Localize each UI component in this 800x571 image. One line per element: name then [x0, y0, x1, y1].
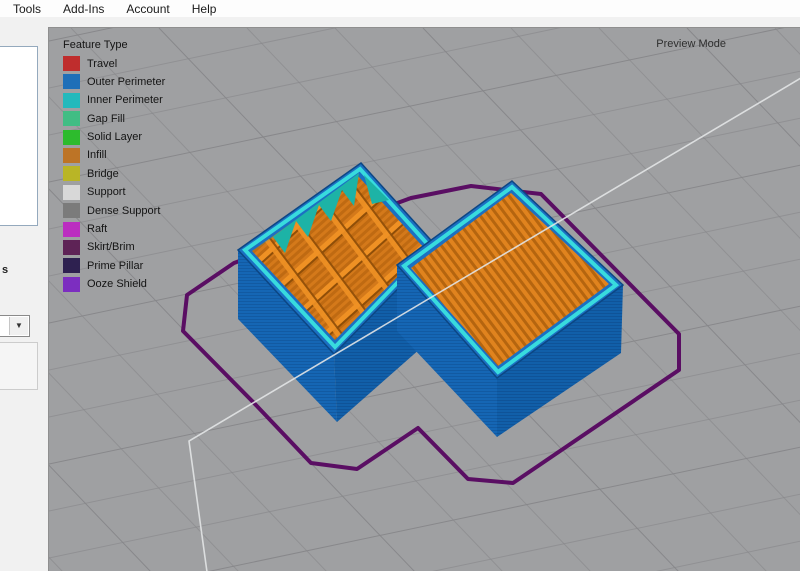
sidebar-label-fragment: s [2, 264, 8, 276]
legend-color-swatch [63, 93, 80, 108]
legend-row-travel: Travel [63, 56, 165, 71]
menu-item-account[interactable]: Account [115, 1, 180, 17]
legend-label: Outer Perimeter [87, 76, 165, 88]
legend-row-gap-fill: Gap Fill [63, 111, 165, 126]
sidebar-dropdown[interactable]: ▼ [0, 315, 30, 337]
legend-row-outer-perimeter: Outer Perimeter [63, 74, 165, 89]
legend-label: Dense Support [87, 205, 160, 217]
legend-label: Ooze Shield [87, 278, 147, 290]
legend-color-swatch [63, 240, 80, 255]
legend-row-support: Support [63, 185, 165, 200]
menu-item-tools[interactable]: Tools [13, 1, 52, 17]
dropdown-button[interactable]: ▼ [9, 317, 28, 335]
preview-mode-label: Preview Mode [656, 38, 726, 50]
left-sidebar: s ▼ [0, 17, 48, 571]
legend-color-swatch [63, 258, 80, 273]
legend-color-swatch [63, 185, 80, 200]
legend-color-swatch [63, 130, 80, 145]
legend-label: Prime Pillar [87, 260, 143, 272]
legend-label: Travel [87, 58, 117, 70]
model-box-right [397, 181, 623, 437]
menu-bar: ToolsAdd-InsAccountHelp [0, 0, 800, 17]
legend-row-raft: Raft [63, 222, 165, 237]
legend-row-solid-layer: Solid Layer [63, 130, 165, 145]
legend-label: Gap Fill [87, 113, 125, 125]
legend-row-inner-perimeter: Inner Perimeter [63, 93, 165, 108]
legend-row-dense-support: Dense Support [63, 203, 165, 218]
legend-label: Raft [87, 223, 107, 235]
legend-color-swatch [63, 56, 80, 71]
legend-label: Inner Perimeter [87, 94, 163, 106]
legend-color-swatch [63, 166, 80, 181]
legend-title: Feature Type [63, 39, 165, 51]
legend-label: Support [87, 186, 126, 198]
legend-color-swatch [63, 277, 80, 292]
legend-color-swatch [63, 111, 80, 126]
legend-label: Skirt/Brim [87, 241, 135, 253]
legend-label: Solid Layer [87, 131, 142, 143]
chevron-down-icon: ▼ [15, 322, 23, 330]
menu-item-help[interactable]: Help [181, 1, 228, 17]
legend-row-ooze-shield: Ooze Shield [63, 277, 165, 292]
legend-row-bridge: Bridge [63, 166, 165, 181]
legend-color-swatch [63, 74, 80, 89]
legend-row-prime-pillar: Prime Pillar [63, 258, 165, 273]
legend-label: Infill [87, 149, 107, 161]
legend-color-swatch [63, 203, 80, 218]
sidebar-listbox[interactable] [0, 46, 38, 226]
legend-color-swatch [63, 222, 80, 237]
sidebar-panel [0, 342, 38, 390]
legend-color-swatch [63, 148, 80, 163]
menu-item-add-ins[interactable]: Add-Ins [52, 1, 115, 17]
legend-row-infill: Infill [63, 148, 165, 163]
preview-viewport[interactable]: Feature Type Travel Outer Perimeter Inner … [48, 27, 800, 571]
legend-row-skirt-brim: Skirt/Brim [63, 240, 165, 255]
feature-type-legend: Feature Type Travel Outer Perimeter Inner … [63, 39, 165, 295]
legend-label: Bridge [87, 168, 119, 180]
